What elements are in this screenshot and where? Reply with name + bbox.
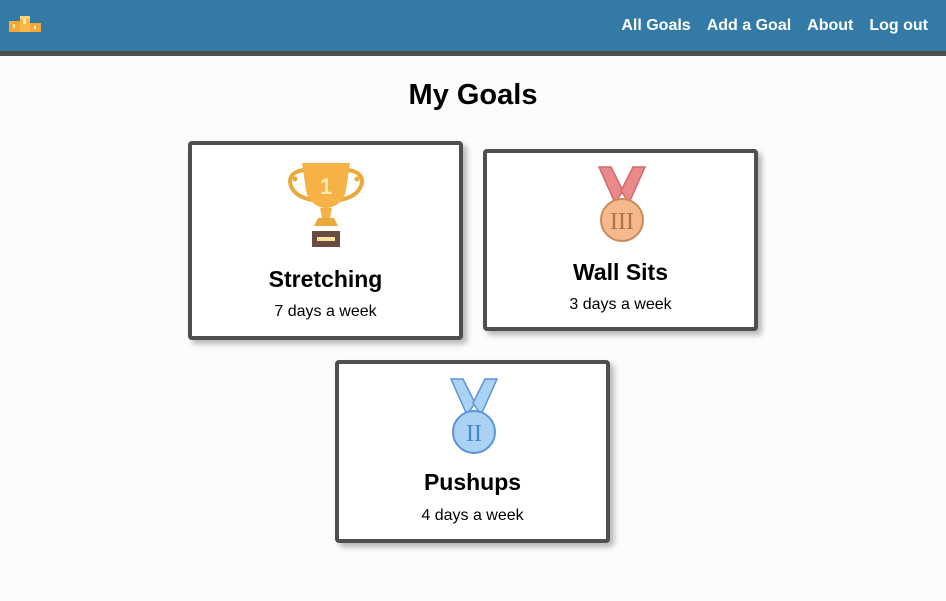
nav-link-all-goals[interactable]: All Goals bbox=[621, 17, 690, 35]
nav-link-log-out[interactable]: Log out bbox=[869, 17, 928, 35]
page-title: My Goals bbox=[408, 79, 538, 111]
goal-card-stretching[interactable]: 1 Stretching 7 days a week bbox=[188, 141, 463, 340]
goal-card-wall-sits[interactable]: III Wall Sits 3 days a week bbox=[483, 149, 758, 331]
trophy-number: 1 bbox=[320, 174, 332, 199]
podium-icon[interactable] bbox=[9, 14, 41, 32]
goal-frequency: 4 days a week bbox=[421, 507, 524, 524]
silver-medal-icon: II bbox=[449, 378, 499, 454]
goal-title: Pushups bbox=[423, 469, 522, 495]
goal-card-pushups[interactable]: II Pushups 4 days a week bbox=[335, 360, 610, 543]
navbar: All Goals Add a Goal About Log out bbox=[0, 0, 946, 56]
medal-numeral: III bbox=[610, 209, 634, 235]
nav-links: All Goals Add a Goal About Log out bbox=[621, 0, 928, 51]
nav-link-add-goal[interactable]: Add a Goal bbox=[707, 17, 791, 35]
goal-frequency: 7 days a week bbox=[274, 303, 377, 320]
bronze-medal-icon: III bbox=[597, 166, 647, 242]
goal-title: Stretching bbox=[268, 266, 383, 292]
goal-title: Wall Sits bbox=[573, 259, 668, 285]
trophy-icon: 1 bbox=[288, 163, 364, 247]
goal-frequency: 3 days a week bbox=[569, 296, 672, 313]
medal-numeral: II bbox=[466, 421, 482, 447]
nav-link-about[interactable]: About bbox=[807, 17, 853, 35]
